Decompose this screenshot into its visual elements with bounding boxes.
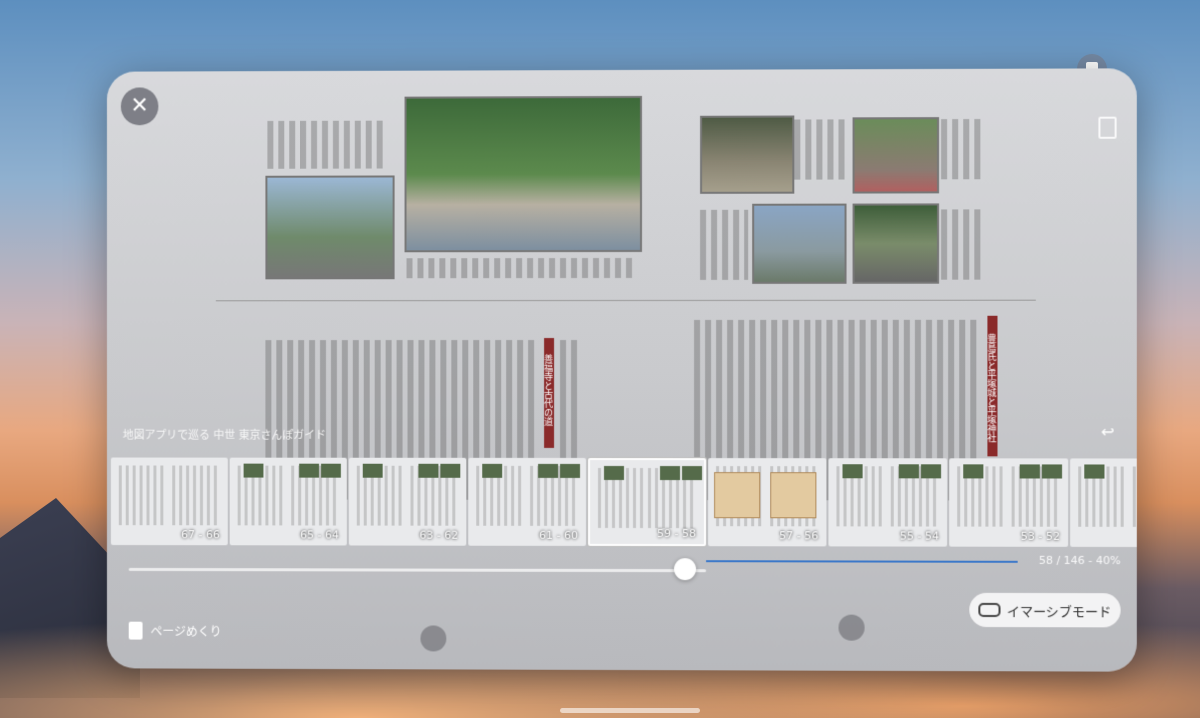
- photo-shrine: [700, 115, 795, 194]
- thumbnail-photo: [243, 463, 264, 478]
- thumbnail-label: 57 - 56: [779, 529, 819, 543]
- immersive-mode-button[interactable]: イマーシブモード: [969, 592, 1121, 628]
- page-marker-left[interactable]: [420, 625, 447, 652]
- page-thumbnail[interactable]: 51 - 50: [1070, 458, 1137, 548]
- page-thumbnail[interactable]: 61 - 60: [468, 457, 587, 546]
- thumbnail-photo: [920, 464, 942, 479]
- page-thumbnail[interactable]: 57 - 56: [708, 458, 827, 547]
- section-heading: 豊島氏と平塚城と平塚神社: [985, 333, 996, 443]
- thumbnail-photo: [440, 463, 461, 478]
- vr-goggles-icon: [978, 602, 1001, 618]
- thumbnail-photo: [299, 463, 320, 478]
- thumbnail-photo: [660, 466, 681, 481]
- book-title: 地図アプリで巡る 中世 東京さんぽガイド: [122, 428, 326, 442]
- thumbnail-label: 67 - 66: [181, 528, 220, 542]
- photo-caption: [700, 209, 749, 280]
- thumbnail-photo: [1084, 464, 1105, 479]
- photo-street: [852, 117, 940, 194]
- book-icon: [128, 621, 143, 640]
- page-thumbnail[interactable]: 59 - 58: [588, 457, 707, 547]
- thumbnail-photo: [560, 463, 581, 478]
- thumbnail-label: 55 - 54: [899, 529, 940, 543]
- thumbnail-right-page: [1132, 466, 1137, 527]
- page-slider-knob[interactable]: [674, 558, 697, 581]
- book-reader-window: ✕ 善福寺と古代の道 豊島氏と平塚城と平塚神社 地図アプリで巡る 中世 東京さん…: [106, 68, 1137, 672]
- photo-caption: [267, 120, 387, 169]
- thumbnail-photo: [1019, 464, 1040, 479]
- page-thumbnail[interactable]: 53 - 52: [949, 458, 1069, 547]
- page-thumbnail[interactable]: 55 - 54: [828, 458, 948, 547]
- thumbnail-photo: [898, 464, 919, 479]
- thumbnail-photo: [321, 463, 341, 478]
- home-indicator[interactable]: [560, 708, 700, 713]
- section-heading: 善福寺と古代の道: [542, 354, 553, 426]
- thumbnail-photo: [418, 463, 439, 478]
- thumbnail-strip: 67 - 66 65 - 64 63 - 62 61 - 60 59 - 58 57 - …: [107, 457, 1137, 552]
- thumbnail-right-page: [172, 465, 220, 526]
- photo-caption: [941, 119, 982, 180]
- page-turn-toggle[interactable]: ページめくり: [128, 621, 222, 640]
- thumbnail-label: 61 - 60: [539, 528, 579, 542]
- page-thumbnail[interactable]: 67 - 66: [110, 457, 228, 546]
- thumbnail-label: 53 - 52: [1020, 529, 1061, 543]
- thumbnail-photo: [482, 463, 503, 478]
- page-turn-label: ページめくり: [150, 624, 222, 639]
- thumbnail-label: 63 - 62: [419, 528, 459, 542]
- thumbnail-photo: [538, 463, 559, 478]
- photo-statue: [752, 203, 847, 284]
- close-button[interactable]: ✕: [120, 87, 159, 126]
- thumbnail-map: [770, 472, 817, 519]
- thumbnail-label: 65 - 64: [300, 528, 339, 542]
- thumbnail-label: 59 - 58: [657, 527, 697, 541]
- thumbnail-left-page: [118, 465, 167, 526]
- page-slider-track[interactable]: [128, 567, 707, 573]
- page-readout: 58 / 146 - 40%: [1038, 553, 1121, 568]
- page-thumbnail[interactable]: 65 - 64: [229, 457, 347, 546]
- photo-monument: [404, 95, 643, 253]
- thumbnail-photo: [362, 463, 383, 478]
- thumbnail-photo: [842, 464, 863, 479]
- page-marker-right[interactable]: [838, 614, 865, 641]
- photo-caption: [941, 209, 982, 280]
- photo-stairs: [852, 203, 940, 284]
- page-thumbnail[interactable]: 63 - 62: [348, 457, 467, 546]
- photo-caption: [794, 119, 845, 180]
- thumbnail-photo: [963, 464, 984, 479]
- photo-building: [265, 175, 395, 280]
- back-arrow-icon[interactable]: ↩: [1101, 422, 1115, 441]
- thumbnail-photo: [604, 465, 624, 481]
- immersive-label: イマーシブモード: [1006, 604, 1112, 620]
- photo-caption: [406, 257, 637, 279]
- body-text: [560, 340, 581, 470]
- page-slider-progress: [706, 560, 1018, 563]
- thumbnail-photo: [682, 466, 703, 481]
- bookmark-icon[interactable]: [1098, 116, 1117, 139]
- thumbnail-photo: [1041, 464, 1063, 479]
- thumbnail-map: [714, 472, 761, 519]
